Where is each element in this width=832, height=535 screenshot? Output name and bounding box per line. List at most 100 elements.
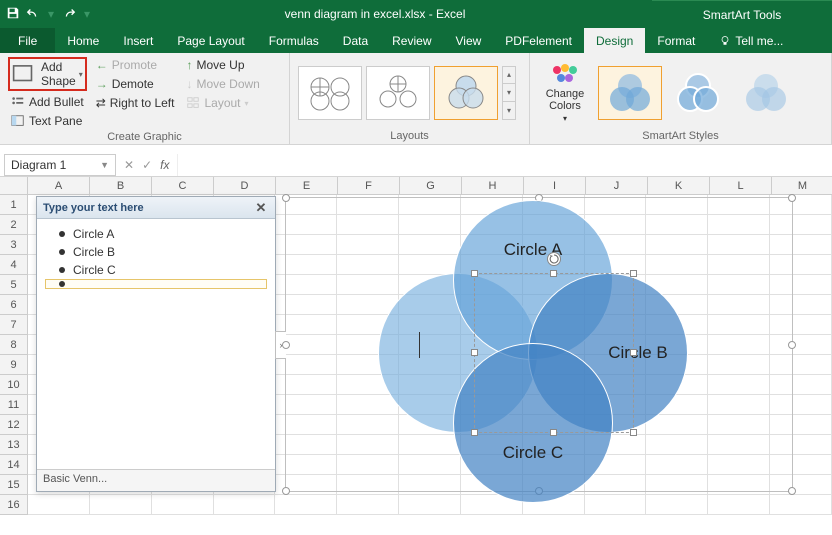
col-header[interactable]: F <box>338 177 400 195</box>
undo-icon[interactable] <box>26 6 40 23</box>
col-header[interactable]: M <box>772 177 832 195</box>
resize-handle[interactable] <box>471 270 478 277</box>
tab-review[interactable]: Review <box>380 28 443 53</box>
resize-handle[interactable] <box>282 194 290 202</box>
layouts-scroll[interactable]: ▴▾▾ <box>502 66 516 120</box>
col-header[interactable]: H <box>462 177 524 195</box>
col-header[interactable]: G <box>400 177 462 195</box>
text-pane-item[interactable]: Circle B <box>45 243 267 261</box>
tab-formulas[interactable]: Formulas <box>257 28 331 53</box>
enter-icon[interactable]: ✓ <box>142 158 152 172</box>
close-icon[interactable]: ✕ <box>253 200 269 216</box>
tab-pdfelement[interactable]: PDFelement <box>493 28 584 53</box>
row-header[interactable]: 12 <box>0 415 28 435</box>
add-bullet-button[interactable]: Add Bullet <box>8 94 87 110</box>
right-to-left-button[interactable]: ⇄Right to Left <box>93 95 178 111</box>
text-pane-body[interactable]: Circle ACircle BCircle C <box>37 219 275 469</box>
text-pane-item[interactable]: Circle A <box>45 225 267 243</box>
cancel-icon[interactable]: ✕ <box>124 158 134 172</box>
col-header[interactable]: A <box>28 177 90 195</box>
tab-view[interactable]: View <box>444 28 494 53</box>
layout-thumb-3[interactable] <box>434 66 498 120</box>
tab-home[interactable]: Home <box>55 28 111 53</box>
col-header[interactable]: D <box>214 177 276 195</box>
text-pane-item[interactable]: Circle C <box>45 261 267 279</box>
row-header[interactable]: 4 <box>0 255 28 275</box>
resize-handle[interactable] <box>788 341 796 349</box>
text-pane-header: Type your text here ✕ <box>37 197 275 219</box>
text-cursor <box>419 332 420 358</box>
col-header[interactable]: E <box>276 177 338 195</box>
change-colors-icon <box>549 62 581 86</box>
name-box[interactable]: Diagram 1 ▼ <box>4 154 116 176</box>
bullet-icon <box>59 249 65 255</box>
row-header[interactable]: 6 <box>0 295 28 315</box>
row-header[interactable]: 7 <box>0 315 28 335</box>
tab-format[interactable]: Format <box>645 28 707 53</box>
col-header[interactable]: L <box>710 177 772 195</box>
formula-bar-row: Diagram 1 ▼ ✕ ✓ fx <box>0 153 832 177</box>
text-pane-item[interactable] <box>45 279 267 289</box>
resize-handle[interactable] <box>550 429 557 436</box>
col-header[interactable]: B <box>90 177 152 195</box>
row-headers: 12345678910111213141516 <box>0 195 28 515</box>
row-header[interactable]: 11 <box>0 395 28 415</box>
row-header[interactable]: 8 <box>0 335 28 355</box>
col-header[interactable]: C <box>152 177 214 195</box>
row-header[interactable]: 9 <box>0 355 28 375</box>
tab-tellme[interactable]: Tell me... <box>707 28 795 53</box>
save-icon[interactable] <box>6 6 20 23</box>
change-colors-button[interactable]: Change Colors▾ <box>538 62 592 123</box>
tab-file[interactable]: File <box>0 28 55 53</box>
tab-design[interactable]: Design <box>584 28 645 53</box>
resize-handle[interactable] <box>471 429 478 436</box>
resize-handle[interactable] <box>282 487 290 495</box>
col-header[interactable]: J <box>586 177 648 195</box>
layout-thumb-1[interactable] <box>298 66 362 120</box>
row-header[interactable]: 16 <box>0 495 28 515</box>
row-header[interactable]: 5 <box>0 275 28 295</box>
style-thumb-2[interactable] <box>666 66 730 120</box>
row-header[interactable]: 14 <box>0 455 28 475</box>
layout-thumb-2[interactable] <box>366 66 430 120</box>
col-header[interactable]: K <box>648 177 710 195</box>
row-header[interactable]: 13 <box>0 435 28 455</box>
text-pane-title: Type your text here <box>43 202 144 214</box>
row-header[interactable]: 2 <box>0 215 28 235</box>
resize-handle[interactable] <box>630 349 637 356</box>
move-down-button: ↓Move Down <box>183 76 262 92</box>
col-header[interactable]: I <box>524 177 586 195</box>
resize-handle[interactable] <box>550 270 557 277</box>
demote-button[interactable]: →Demote <box>93 76 178 92</box>
style-thumb-3[interactable] <box>734 66 798 120</box>
tab-insert[interactable]: Insert <box>111 28 165 53</box>
style-thumb-1[interactable] <box>598 66 662 120</box>
ribbon-tabs: File Home Insert Page Layout Formulas Da… <box>0 28 832 53</box>
row-header[interactable]: 3 <box>0 235 28 255</box>
resize-handle[interactable] <box>630 270 637 277</box>
formula-input[interactable] <box>177 154 832 176</box>
resize-handle[interactable] <box>282 341 290 349</box>
resize-handle[interactable] <box>788 487 796 495</box>
rotate-handle[interactable] <box>547 252 561 266</box>
tab-data[interactable]: Data <box>331 28 380 53</box>
venn-diagram: Circle A Circle B Circle C <box>378 198 688 498</box>
move-up-button[interactable]: ↑Move Up <box>183 57 262 73</box>
tab-page-layout[interactable]: Page Layout <box>165 28 256 53</box>
row-header[interactable]: 15 <box>0 475 28 495</box>
text-pane-button[interactable]: Text Pane <box>8 113 87 129</box>
layout-btn-label: Layout <box>204 96 240 110</box>
select-all-corner[interactable] <box>0 177 28 195</box>
row-header[interactable]: 10 <box>0 375 28 395</box>
move-up-label: Move Up <box>196 58 244 72</box>
fx-icon[interactable]: fx <box>160 158 169 172</box>
row-header[interactable]: 1 <box>0 195 28 215</box>
move-down-label: Move Down <box>196 77 259 91</box>
resize-handle[interactable] <box>788 194 796 202</box>
add-shape-button[interactable]: Add Shape ▾ <box>8 57 87 91</box>
resize-handle[interactable] <box>630 429 637 436</box>
resize-handle[interactable] <box>471 349 478 356</box>
styles-gallery <box>598 66 798 120</box>
smartart-container[interactable]: › Circle A Circle B Circle C <box>285 197 793 492</box>
redo-icon[interactable] <box>62 6 76 23</box>
